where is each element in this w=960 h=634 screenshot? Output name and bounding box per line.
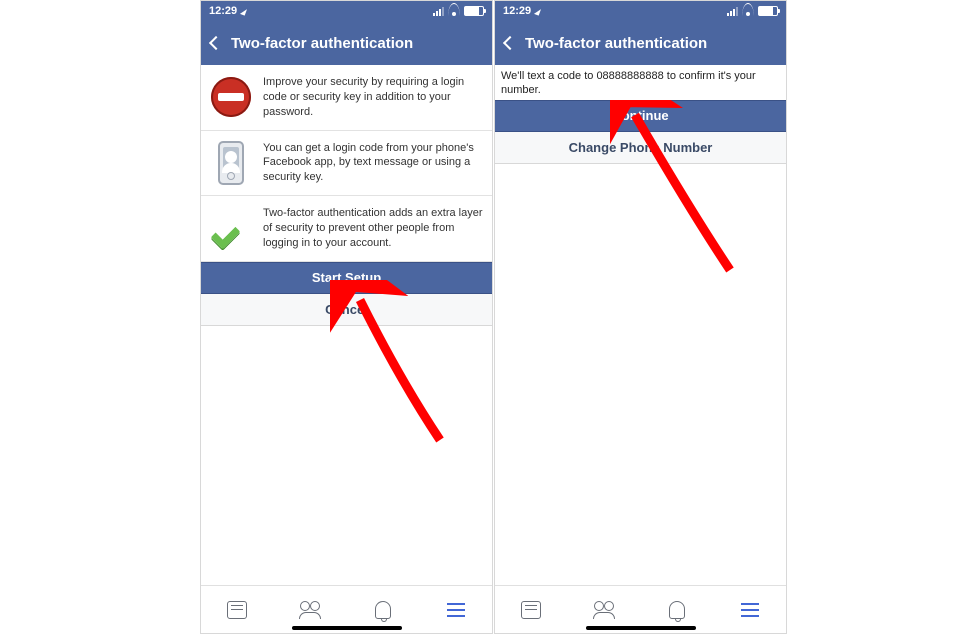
- status-bar: 12:29: [201, 1, 492, 21]
- info-row-code: You can get a login code from your phone…: [201, 131, 492, 197]
- continue-button[interactable]: Continue: [495, 100, 786, 132]
- tab-feed[interactable]: [226, 599, 248, 621]
- feed-icon: [521, 601, 541, 619]
- bell-icon: [375, 601, 391, 619]
- tab-notifications[interactable]: [666, 599, 688, 621]
- checkmark-icon: [213, 218, 249, 238]
- nav-header: Two-factor authentication: [495, 21, 786, 65]
- cancel-button[interactable]: Cancel: [201, 294, 492, 326]
- tab-menu[interactable]: [739, 599, 761, 621]
- info-text: You can get a login code from your phone…: [263, 141, 484, 186]
- feed-icon: [227, 601, 247, 619]
- friends-icon: [593, 601, 615, 619]
- back-icon[interactable]: [209, 36, 223, 50]
- menu-icon: [741, 603, 759, 617]
- location-icon: [534, 7, 541, 15]
- nav-header: Two-factor authentication: [201, 21, 492, 65]
- tab-notifications[interactable]: [372, 599, 394, 621]
- signal-icon: [433, 7, 444, 16]
- wifi-icon: [448, 7, 460, 16]
- battery-icon: [758, 6, 778, 16]
- info-row-protect: Two-factor authentication adds an extra …: [201, 196, 492, 262]
- change-phone-button[interactable]: Change Phone Number: [495, 132, 786, 164]
- screenshot-1: 12:29 Two-factor authentication Improve …: [200, 0, 493, 634]
- menu-icon: [447, 603, 465, 617]
- no-entry-icon: [211, 77, 251, 117]
- wifi-icon: [742, 7, 754, 16]
- status-time: 12:29: [209, 5, 237, 17]
- back-icon[interactable]: [503, 36, 517, 50]
- home-indicator: [292, 626, 402, 630]
- page-title: Two-factor authentication: [525, 35, 707, 52]
- signal-icon: [727, 7, 738, 16]
- confirm-message: We'll text a code to 08888888888 to conf…: [495, 65, 786, 100]
- tab-friends[interactable]: [299, 599, 321, 621]
- phone-icon: [218, 141, 244, 185]
- info-text: Improve your security by requiring a log…: [263, 75, 484, 120]
- bell-icon: [669, 601, 685, 619]
- status-bar: 12:29: [495, 1, 786, 21]
- location-icon: [240, 7, 247, 15]
- status-time: 12:29: [503, 5, 531, 17]
- friends-icon: [299, 601, 321, 619]
- tab-feed[interactable]: [520, 599, 542, 621]
- info-text: Two-factor authentication adds an extra …: [263, 206, 484, 251]
- start-setup-button[interactable]: Start Setup: [201, 262, 492, 294]
- tab-friends[interactable]: [593, 599, 615, 621]
- battery-icon: [464, 6, 484, 16]
- home-indicator: [586, 626, 696, 630]
- page-title: Two-factor authentication: [231, 35, 413, 52]
- screenshot-2: 12:29 Two-factor authentication We'll te…: [494, 0, 787, 634]
- info-row-security: Improve your security by requiring a log…: [201, 65, 492, 131]
- tab-menu[interactable]: [445, 599, 467, 621]
